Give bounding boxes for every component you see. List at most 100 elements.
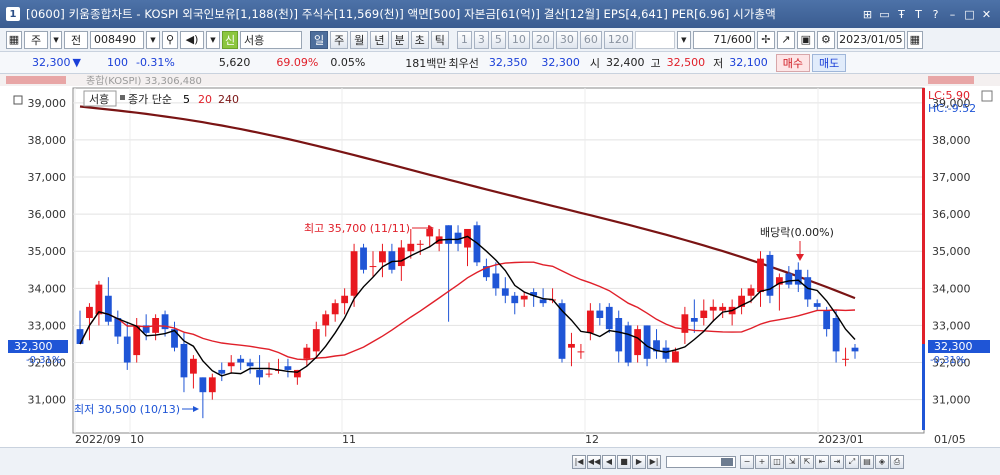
interval-30-button[interactable]: 30 [555,30,578,49]
period-second-button[interactable]: 초 [410,30,429,49]
candle-body [190,358,197,374]
pin-icon[interactable]: Ŧ [894,7,909,22]
stop-icon[interactable]: ■ [617,454,631,469]
candle-body [208,377,216,393]
prev-select[interactable]: 전 [64,30,88,49]
period-minute-button[interactable]: 분 [390,30,409,49]
text-icon[interactable]: T [911,7,926,22]
candle-body [445,225,452,244]
code-dropdown-icon[interactable]: ▼ [146,30,160,49]
candle-body [851,347,859,352]
chevron-down-icon[interactable]: ▼ [50,30,62,49]
candle-body [284,366,292,370]
bottom-scrollbar: |◀ ◀◀ ◀ ■ ▶ ▶| − + ◫ ⇲ ⇱ ⇤ ⇥ ⤢ ▤ ◈ ⎙ [0,447,1000,475]
stock-name-field[interactable]: 서흥 [240,30,302,49]
x-tick-label: 2022/09 [75,433,121,446]
interval-select[interactable] [634,30,675,49]
sell-button[interactable]: 매도 [812,53,847,72]
fit-icon[interactable]: ⤢ [845,454,859,469]
date-input[interactable]: 2023/01/05 [836,30,905,49]
candle-body [690,318,698,322]
expand-icon[interactable]: ⇱ [800,454,814,469]
scroll-prev-page-icon[interactable]: ◀◀ [587,454,601,469]
period-tick-button[interactable]: 틱 [430,30,449,49]
close-icon[interactable]: ✕ [979,7,994,22]
scroll-track[interactable] [666,455,736,468]
buy-button[interactable]: 매수 [775,53,811,72]
candle-body [643,325,651,359]
grid-icon[interactable]: ▦ [6,30,22,49]
maximize-icon[interactable]: □ [962,7,977,22]
right-overlay-tag [928,76,974,84]
candle-body [605,306,613,330]
right-range-bar-blue [922,344,925,430]
stock-code-input[interactable]: 008490 [90,30,144,49]
restore-icon[interactable]: ▭ [877,7,892,22]
scroll-prev-icon[interactable]: ◀ [602,454,616,469]
type-select[interactable]: 주 [24,30,48,49]
price-chart[interactable]: 종합(KOSPI) 33,306,480 31,000 31,00032,000 3… [0,74,1000,447]
scroll-last-icon[interactable]: ▶| [647,454,661,469]
interval-3-button[interactable]: 3 [473,30,489,49]
candle-body [95,284,103,315]
scroll-first-icon[interactable]: |◀ [572,454,586,469]
snap-icon[interactable]: ◈ [875,454,889,469]
interval-20-button[interactable]: 20 [531,30,554,49]
scroll-thumb[interactable] [721,457,733,466]
y-tick-label-left: 33,000 [28,319,67,332]
y-tick-label-left: 39,000 [28,97,67,110]
help-icon[interactable]: ? [928,7,943,22]
scale-toggle-icon[interactable] [981,90,993,102]
count-total: /600 [727,33,752,46]
y-tick-label-left: 35,000 [28,245,67,258]
x-right-date-label: 01/05 [934,433,966,446]
count-input[interactable]: 71/600 [692,30,755,49]
best-bid: 32,300 [541,56,580,69]
zoom-in-icon[interactable]: + [755,454,769,469]
y-tick-label-right: 31,000 [932,394,971,407]
kospi-overlay-text: 종합(KOSPI) 33,306,480 [86,75,202,87]
chart-type-icon[interactable]: ◫ [770,454,784,469]
candle-body [520,295,528,300]
chart-area[interactable]: 종합(KOSPI) 33,306,480 31,000 31,000 32,000 3… [0,74,1000,447]
crosshair-icon[interactable]: ✢ [756,30,775,49]
link-icon[interactable]: ⊞ [860,7,875,22]
speaker-icon[interactable]: ◀) [180,30,204,49]
save-icon[interactable]: ▣ [796,30,815,49]
legend-type: 종가 단순 [128,93,172,106]
interval-120-button[interactable]: 120 [603,30,633,49]
legend-ma240: 240 [218,93,239,106]
interval-60-button[interactable]: 60 [579,30,602,49]
candle-body [379,251,386,263]
scroll-next-icon[interactable]: ▶ [632,454,646,469]
period-month-button[interactable]: 월 [350,30,369,49]
minimize-icon[interactable]: – [945,7,960,22]
period-day-button[interactable]: 일 [310,30,329,49]
draw-tool-icon[interactable]: ↗ [776,30,795,49]
y-tick-label-right: 36,000 [932,208,971,221]
interval-dropdown-icon[interactable]: ▼ [676,30,691,49]
interval-5-button[interactable]: 5 [490,30,506,49]
candle-body [823,310,831,330]
scroll-left-icon[interactable]: ⇤ [815,454,829,469]
compress-icon[interactable]: ⇲ [785,454,799,469]
chart-settings-icon[interactable]: ▤ [860,454,874,469]
right-pct-tag-text: -0.31% [930,355,965,366]
chart-toolbar: ▦ 주 ▼ 전 008490 ▼ ⚲ ◀) ▼ 신 서흥 일 주 월 년 분 초… [0,28,1000,52]
x-tick-label: 11 [342,433,356,446]
period-year-button[interactable]: 년 [370,30,389,49]
search-icon[interactable]: ⚲ [162,30,178,49]
print-icon[interactable]: ⎙ [890,454,904,469]
y-tick-label-left: 31,000 [28,394,67,407]
sound-dropdown-icon[interactable]: ▼ [206,30,220,49]
zoom-out-icon[interactable]: − [740,454,754,469]
gear-icon[interactable]: ⚙ [816,30,835,49]
candle-body [123,336,131,363]
interval-10-button[interactable]: 10 [507,30,530,49]
scroll-right-icon[interactable]: ⇥ [830,454,844,469]
volume: 5,620 [218,56,251,69]
interval-1-button[interactable]: 1 [456,30,472,49]
high-price: 32,500 [666,56,706,69]
calendar-icon[interactable]: ▦ [906,30,923,49]
period-week-button[interactable]: 주 [330,30,349,49]
